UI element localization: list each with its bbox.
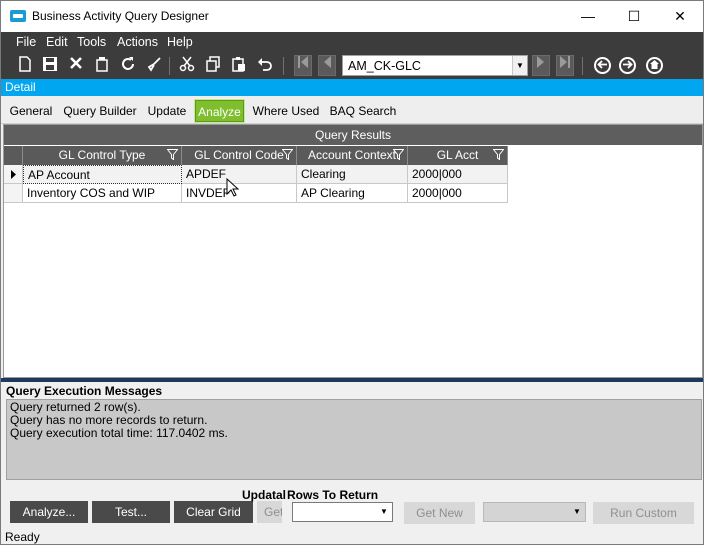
menu-bar: File Edit Tools Actions Help [1,32,703,53]
column-header[interactable]: GL Control Type [23,146,182,165]
column-header-label: GL Acct [436,148,479,162]
messages-box: Query returned 2 row(s). Query has no mo… [6,399,702,480]
table-cell[interactable]: AP Clearing [297,184,408,203]
query-results-title: Query Results [4,125,702,145]
tab-analyze[interactable]: Analyze [194,99,245,123]
column-header-label: Account Context [307,148,397,162]
key-field[interactable]: AM_CK-GLC ▼ [342,55,528,76]
key-dropdown-icon[interactable]: ▼ [512,56,527,75]
last-record-icon[interactable] [556,55,574,76]
query-results-panel: Query Results GL Control Type GL Control… [3,124,703,378]
app-logo-icon [10,10,26,22]
updatable-label: Updatal [242,488,287,502]
toolbar: AM_CK-GLC ▼ [1,53,703,79]
run-custom-button[interactable]: Run Custom [593,502,694,524]
message-line: Query execution total time: 117.0402 ms. [10,426,228,440]
close-button[interactable]: ✕ [657,1,703,32]
filter-icon[interactable] [167,149,178,160]
column-header-label: GL Control Type [58,148,146,162]
mouse-cursor-icon [226,178,240,197]
rows-to-return-dropdown[interactable]: ▼ [292,502,393,522]
filter-icon[interactable] [493,149,504,160]
column-header[interactable]: Account Context [297,146,408,165]
maximize-button[interactable]: ☐ [611,1,657,32]
toolbar-separator [169,57,170,75]
menu-tools[interactable]: Tools [77,35,106,49]
tab-where-used[interactable]: Where Used [249,100,323,122]
refresh-icon[interactable] [118,56,138,76]
row-selector[interactable] [4,184,23,203]
undo-icon[interactable] [255,56,275,76]
chevron-down-icon[interactable]: ▼ [569,503,585,521]
first-record-icon[interactable] [294,55,312,76]
clean-icon[interactable] [144,56,164,76]
filter-icon[interactable] [282,149,293,160]
filter-icon[interactable] [393,149,404,160]
new-icon[interactable] [15,56,35,76]
grid-corner [4,146,23,165]
table-cell[interactable]: 2000|000 [408,165,508,184]
minimize-button[interactable]: — [565,1,611,32]
cut-icon[interactable] [177,56,197,76]
messages-panel: Query Execution Messages Query returned … [3,382,703,482]
get-new-button[interactable]: Get New [404,502,475,524]
test-button[interactable]: Test... [92,501,170,523]
back-icon[interactable] [594,57,611,74]
column-header[interactable]: GL Acct [408,146,508,165]
row-selector[interactable] [4,165,23,184]
column-header[interactable]: GL Control Code [182,146,297,165]
custom-action-dropdown[interactable]: ▼ [483,502,586,522]
paste-icon[interactable] [229,56,249,76]
title-bar: Business Activity Query Designer — ☐ ✕ [1,1,703,32]
forward-icon[interactable] [619,57,636,74]
status-text: Ready [5,530,40,544]
toolbar-separator [283,57,284,75]
detail-label: Detail [5,80,36,94]
column-header-label: GL Control Code [194,148,284,162]
analyze-button[interactable]: Analyze... [10,501,88,523]
app-window: Business Activity Query Designer — ☐ ✕ F… [0,0,704,545]
next-record-icon[interactable] [532,55,550,76]
clear-grid-button[interactable]: Clear Grid [174,501,253,523]
tab-general[interactable]: General [5,100,57,122]
table-cell[interactable]: Clearing [297,165,408,184]
prev-record-icon[interactable] [318,55,336,76]
delete-icon[interactable] [66,56,86,76]
table-cell[interactable]: 2000|000 [408,184,508,203]
tab-update[interactable]: Update [143,100,191,122]
menu-actions[interactable]: Actions [117,35,158,49]
rows-to-return-label: Rows To Return [287,488,379,502]
toolbar-separator [582,57,583,75]
save-icon[interactable] [40,56,60,76]
key-value: AM_CK-GLC [348,59,421,73]
menu-help[interactable]: Help [167,35,193,49]
table-cell[interactable]: AP Account [23,165,182,184]
home-icon[interactable] [646,57,663,74]
tab-query-builder[interactable]: Query Builder [61,100,139,122]
menu-file[interactable]: File [16,35,36,49]
messages-title: Query Execution Messages [6,384,163,398]
tab-baq-search[interactable]: BAQ Search [327,100,399,122]
table-cell[interactable]: Inventory COS and WIP [23,184,182,203]
tab-strip: General Query Builder Update Analyze Whe… [1,96,703,124]
chevron-down-icon[interactable]: ▼ [376,503,392,521]
copy-icon[interactable] [203,56,223,76]
window-title: Business Activity Query Designer [32,9,209,23]
menu-edit[interactable]: Edit [46,35,68,49]
clear-icon[interactable] [92,56,112,76]
detail-header: Detail [1,79,703,96]
get-button[interactable]: Get [257,501,282,523]
